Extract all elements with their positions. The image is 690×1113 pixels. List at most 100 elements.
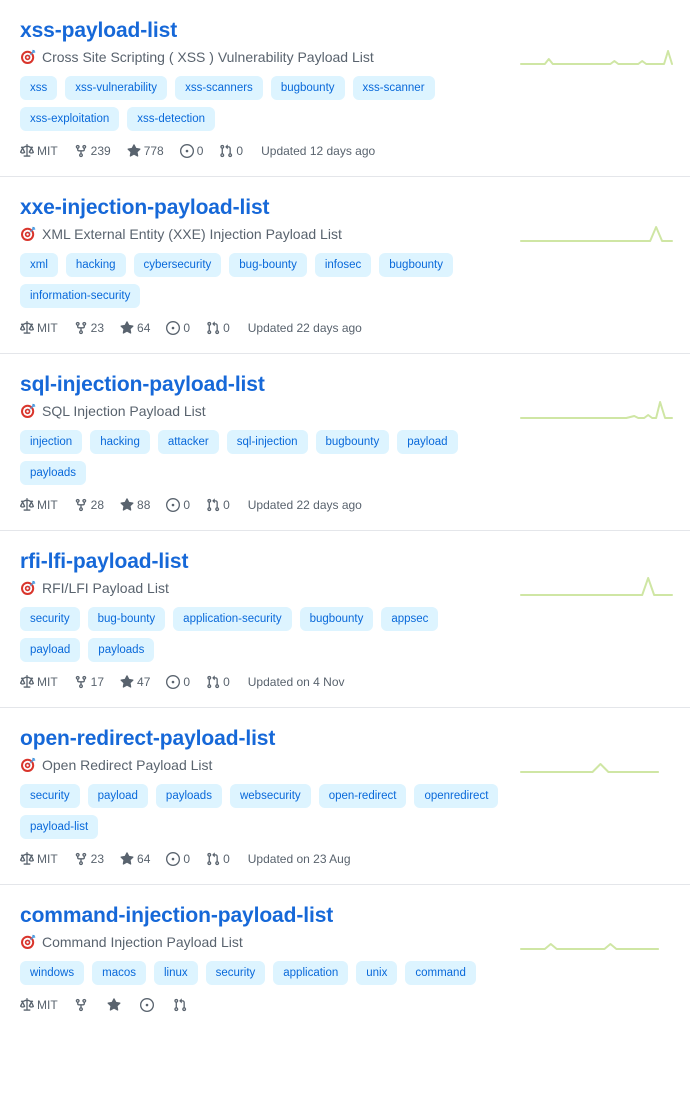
repository-name-link[interactable]: command-injection-payload-list [20,903,333,929]
topic-tag[interactable]: payloads [155,784,222,808]
repository-meta: MIT 23 64 0 0 Updated 22 days ago [20,319,515,337]
topic-tag[interactable]: payloads [20,461,87,485]
topic-tag[interactable]: appsec [381,607,439,631]
forks-meta[interactable]: 239 [74,142,111,160]
topic-tag[interactable]: bug-bounty [229,253,307,277]
stars-count: 64 [137,852,151,866]
repository-meta: MIT 23 64 0 0 Updated on 23 Aug [20,850,515,868]
stars-meta[interactable]: 64 [120,319,150,337]
forks-meta[interactable]: 28 [74,496,104,514]
topic-tag[interactable]: application-security [173,607,292,631]
topic-tag[interactable]: security [20,607,80,631]
stars-meta[interactable]: 778 [127,142,164,160]
forks-meta[interactable]: 23 [74,850,104,868]
forks-meta[interactable] [74,998,91,1012]
topic-tag[interactable]: xml [20,253,58,277]
issues-count: 0 [183,498,191,512]
issue-opened-icon [166,852,181,866]
git-pull-request-icon [206,498,220,512]
topic-tag[interactable]: unix [356,961,398,985]
topic-tag[interactable]: bugbounty [270,76,345,100]
topic-tag[interactable]: cybersecurity [133,253,222,277]
stars-meta[interactable] [107,998,124,1012]
topic-tag[interactable]: open-redirect [318,784,407,808]
pull-requests-meta[interactable]: 0 [206,319,230,337]
dart-icon [20,49,36,65]
topic-tag[interactable]: payload [20,638,81,662]
pull-requests-count: 0 [223,675,230,689]
repository-name-link[interactable]: xxe-injection-payload-list [20,195,270,221]
repository-main: open-redirect-payload-list Open Redirect … [20,726,515,868]
forks-meta[interactable]: 17 [74,673,104,691]
repository-name-link[interactable]: rfi-lfi-payload-list [20,549,188,575]
issues-meta[interactable]: 0 [166,673,190,691]
repository-main: command-injection-payload-list Command In… [20,903,515,1014]
topic-tag[interactable]: hacking [65,253,126,277]
license-meta: MIT [20,496,58,514]
topic-tag[interactable]: payloads [88,638,155,662]
repository-name-link[interactable]: xss-payload-list [20,18,177,44]
topic-tag[interactable]: bugbounty [379,253,453,277]
repository-name-link[interactable]: sql-injection-payload-list [20,372,265,398]
dart-icon [20,934,36,950]
pull-requests-meta[interactable]: 0 [206,673,230,691]
topic-tag[interactable]: sql-injection [226,430,308,454]
topic-tag[interactable]: application [273,961,349,985]
pull-requests-meta[interactable] [173,998,190,1012]
topic-tag[interactable]: infosec [314,253,372,277]
topic-tag[interactable]: command [405,961,476,985]
issues-meta[interactable] [139,998,157,1012]
issues-meta[interactable]: 0 [166,850,190,868]
description-text: RFI/LFI Payload List [42,580,169,596]
topic-tag[interactable]: injection [20,430,83,454]
dart-icon [20,580,36,596]
topic-tag[interactable]: xss-scanners [175,76,263,100]
repository-item: command-injection-payload-list Command In… [0,885,690,1030]
stars-count: 778 [143,144,164,158]
topic-tag[interactable]: xss-vulnerability [65,76,168,100]
issues-meta[interactable]: 0 [166,496,190,514]
issue-opened-icon [166,498,181,512]
pull-requests-meta[interactable]: 0 [219,142,243,160]
topic-tag[interactable]: windows [20,961,85,985]
topic-tag[interactable]: xss-exploitation [20,107,120,131]
topic-tag[interactable]: xss [20,76,58,100]
topic-tag[interactable]: information-security [20,284,141,308]
topic-tag[interactable]: xss-detection [127,107,216,131]
topic-tag-list: security payload payloads websecurity open-r… [20,784,500,839]
stars-meta[interactable]: 88 [120,496,150,514]
license-meta: MIT [20,142,58,160]
updated-timestamp: Updated on 23 Aug [247,852,351,866]
pull-requests-meta[interactable]: 0 [206,496,230,514]
topic-tag[interactable]: attacker [157,430,219,454]
repository-main: xxe-injection-payload-list XML External E… [20,195,515,337]
stars-meta[interactable]: 47 [120,673,150,691]
topic-tag[interactable]: macos [92,961,146,985]
topic-tag[interactable]: websecurity [229,784,311,808]
issues-meta[interactable]: 0 [179,142,203,160]
stars-meta[interactable]: 64 [120,850,150,868]
law-icon [20,852,34,866]
topic-tag[interactable]: bugbounty [315,430,390,454]
topic-tag[interactable]: payload-list [20,815,99,839]
topic-tag[interactable]: security [205,961,266,985]
repository-name-link[interactable]: open-redirect-payload-list [20,726,275,752]
issues-count: 0 [183,852,191,866]
law-icon [20,675,34,689]
topic-tag[interactable]: linux [153,961,198,985]
topic-tag[interactable]: openredirect [414,784,499,808]
topic-tag[interactable]: bug-bounty [87,607,166,631]
topic-tag[interactable]: payload [397,430,458,454]
pull-requests-meta[interactable]: 0 [206,850,230,868]
issues-meta[interactable]: 0 [166,319,190,337]
topic-tag[interactable]: xss-scanner [352,76,435,100]
repository-meta: MIT 28 88 0 0 Updated 22 days ago [20,496,515,514]
pull-requests-count: 0 [236,144,244,158]
topic-tag[interactable]: hacking [90,430,150,454]
topic-tag[interactable]: bugbounty [299,607,374,631]
topic-tag[interactable]: payload [87,784,148,808]
forks-meta[interactable]: 23 [74,319,104,337]
topic-tag[interactable]: security [20,784,80,808]
stars-count: 88 [137,498,151,512]
updated-timestamp: Updated on 4 Nov [247,675,345,689]
